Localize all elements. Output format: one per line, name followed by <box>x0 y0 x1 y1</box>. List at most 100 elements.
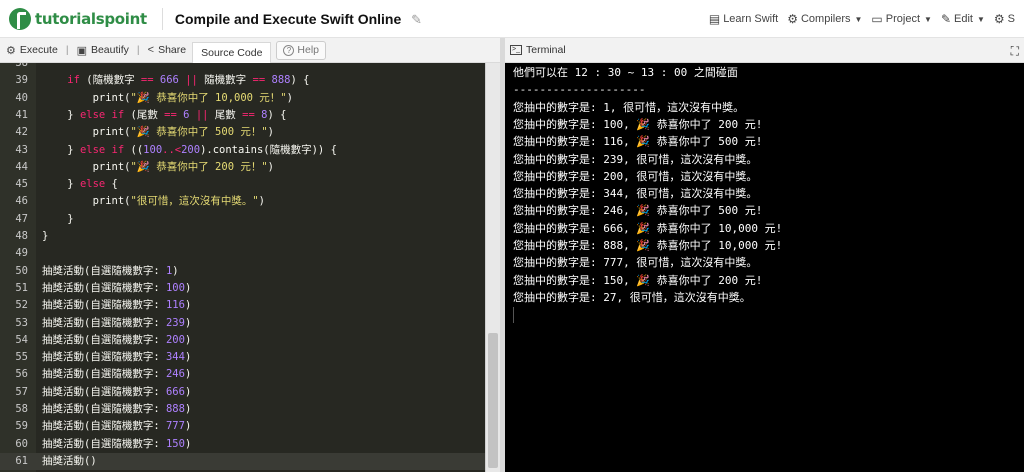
line-number: 39 <box>15 74 28 87</box>
code-line[interactable]: 50 抽獎活動(自選隨機數字: 1) <box>0 263 485 280</box>
code-line[interactable]: 52 抽獎活動(自選隨機數字: 116) <box>0 297 485 314</box>
line-number: 47 <box>15 212 28 225</box>
code-line[interactable]: 54 抽獎活動(自選隨機數字: 200) <box>0 332 485 349</box>
line-number: 60 <box>15 437 28 450</box>
code-token: } <box>42 178 80 191</box>
edit-title-icon[interactable]: ✎ <box>411 12 422 27</box>
code-text: } else if ((100..<200).contains(隨機數字)) { <box>42 142 337 159</box>
code-line[interactable]: 42 print("🎉 恭喜你中了 500 元！") <box>0 124 485 141</box>
code-text: if (隨機數字 == 666 || 隨機數字 == 888) { <box>42 72 309 89</box>
help-label: Help <box>297 44 320 56</box>
code-line[interactable]: 46 print("很可惜，這次沒有中獎。") <box>0 193 485 210</box>
terminal-line: 您抽中的數字是: 666, 🎉 恭喜你中了 10,000 元! <box>513 221 783 235</box>
folder-icon: ▭ <box>871 12 883 26</box>
nav-item-compilers[interactable]: ⚙ Compilers ▼ <box>787 12 862 26</box>
code-token: 200 <box>165 333 185 346</box>
terminal-line: 您抽中的數字是: 150, 🎉 恭喜你中了 200 元! <box>513 273 763 287</box>
terminal-line: 他們可以在 12 : 30 ~ 13 : 00 之間碰面 <box>513 66 738 79</box>
editor-scroll-thumb[interactable] <box>488 333 498 468</box>
code-token: == <box>164 108 177 121</box>
code-token: == <box>252 74 266 87</box>
terminal-line: 您抽中的數字是: 246, 🎉 恭喜你中了 500 元! <box>513 204 763 218</box>
terminal-line: 您抽中的數字是: 239, 很可惜，這次沒有中獎。 <box>513 152 758 166</box>
code-token: else <box>79 178 106 191</box>
terminal-output[interactable]: 他們可以在 12 : 30 ~ 13 : 00 之間碰面 ------------… <box>505 63 1024 472</box>
code-line[interactable]: 48} <box>0 228 485 245</box>
code-token: ) <box>184 281 192 294</box>
terminal-line: 您抽中的數字是: 116, 🎉 恭喜你中了 500 元! <box>513 135 763 149</box>
code-token: 抽獎活動(自選隨機數字: <box>42 437 166 450</box>
beautify-button[interactable]: ▣ Beautify <box>71 38 135 63</box>
line-number: 38 <box>15 63 28 69</box>
code-token: 抽獎活動(自選隨機數字: <box>42 316 166 329</box>
nav-item-learn-swift[interactable]: ▤ Learn Swift <box>709 12 778 26</box>
code-token: 抽獎活動(自選隨機數字: <box>42 368 166 381</box>
code-token: 抽獎活動(自選隨機數字: <box>42 385 166 398</box>
code-token: 抽獎活動(自選隨機數字: <box>42 351 166 364</box>
terminal-cursor <box>513 307 514 323</box>
top-header: tutorialspoint Compile and Execute Swift… <box>0 0 1024 38</box>
nav-item-s[interactable]: ⚙ S <box>994 12 1015 26</box>
editor-toolbar: ⚙ Execute | ▣ Beautify | < Share Source … <box>0 38 500 63</box>
line-number: 48 <box>15 230 28 242</box>
code-token: 抽獎活動(自選隨機數字: <box>42 281 166 294</box>
code-token: 100 <box>143 143 163 156</box>
editor-scrollbar[interactable] <box>485 63 500 472</box>
line-number: 42 <box>15 126 28 139</box>
code-editor[interactable]: 38 39 if (隨機數字 == 666 || 隨機數字 == 888) {40… <box>0 63 500 472</box>
code-token: || <box>185 74 198 87</box>
code-token: print( <box>42 126 131 139</box>
code-text: } else if (尾數 == 6 || 尾數 == 8) { <box>42 107 286 124</box>
logo-mark-icon <box>9 7 31 30</box>
code-text: print("🎉 恭喜你中了 500 元！") <box>42 124 274 141</box>
code-token: 抽獎活動(自選隨機數字: <box>42 420 166 433</box>
code-line[interactable]: 43 } else if ((100..<200).contains(隨機數字)… <box>0 142 485 159</box>
code-line[interactable]: 57 抽獎活動(自選隨機數字: 666) <box>0 384 485 401</box>
line-number: 44 <box>15 160 28 173</box>
nav-item-project[interactable]: ▭ Project ▼ <box>871 12 932 26</box>
help-button[interactable]: ? Help <box>276 40 327 60</box>
code-token: 200 <box>181 143 201 156</box>
logo[interactable]: tutorialspoint <box>9 0 147 38</box>
page-title-text: Compile and Execute Swift Online <box>174 10 402 27</box>
code-line[interactable]: 60 抽獎活動(自選隨機數字: 150) <box>0 436 485 453</box>
share-icon: < <box>147 44 155 56</box>
code-line[interactable]: 38 <box>0 63 485 72</box>
nav-item-edit[interactable]: ✎ Edit ▼ <box>941 12 985 26</box>
code-line[interactable]: 56 抽獎活動(自選隨機數字: 246) <box>0 366 485 383</box>
code-token: ) <box>184 299 192 312</box>
code-line[interactable]: 49 <box>0 245 485 262</box>
code-text: } else { <box>42 176 118 193</box>
code-line[interactable]: 59 抽獎活動(自選隨機數字: 777) <box>0 418 485 435</box>
code-line[interactable]: 61 抽獎活動() <box>0 452 485 471</box>
code-token: 隨機數字 <box>197 74 253 87</box>
code-token: print( <box>42 91 131 104</box>
nav-item-label: Compilers <box>800 13 851 25</box>
line-number: 56 <box>15 368 28 381</box>
caret-down-icon: ▼ <box>924 14 932 24</box>
editor-pane: ⚙ Execute | ▣ Beautify | < Share Source … <box>0 38 500 472</box>
beautify-icon: ▣ <box>76 44 87 57</box>
code-line[interactable]: 47 } <box>0 211 485 228</box>
line-number: 54 <box>15 333 28 346</box>
help-icon: ? <box>283 44 295 56</box>
code-line[interactable]: 53 抽獎活動(自選隨機數字: 239) <box>0 315 485 332</box>
expand-icon[interactable]: ⛶ <box>1011 44 1019 59</box>
execute-label: Execute <box>19 44 58 56</box>
code-line[interactable]: 55 抽獎活動(自選隨機數字: 344) <box>0 349 485 366</box>
code-line[interactable]: 51 抽獎活動(自選隨機數字: 100) <box>0 280 485 297</box>
share-button[interactable]: < Share <box>142 38 192 63</box>
code-line[interactable]: 41 } else if (尾數 == 6 || 尾數 == 8) { <box>0 107 485 124</box>
code-line[interactable]: 58 抽獎活動(自選隨機數字: 888) <box>0 401 485 418</box>
tab-source-code[interactable]: Source Code <box>192 41 272 63</box>
code-line[interactable]: 39 if (隨機數字 == 666 || 隨機數字 == 888) { <box>0 72 485 89</box>
code-line[interactable]: 40 print("🎉 恭喜你中了 10,000 元！") <box>0 90 485 107</box>
page-title[interactable]: Compile and Execute Swift Online ✎ <box>161 7 422 30</box>
code-line[interactable]: 45 } else { <box>0 176 485 193</box>
code-token: (隨機數字 <box>79 74 141 87</box>
code-token: == <box>140 74 154 87</box>
execute-button[interactable]: ⚙ Execute <box>0 38 64 63</box>
code-token: ).contains(隨機數字)) { <box>200 143 337 156</box>
code-line[interactable]: 44 print("🎉 恭喜你中了 200 元！") <box>0 159 485 176</box>
terminal-line: 您抽中的數字是: 27, 很可惜，這次沒有中獎。 <box>513 290 751 304</box>
